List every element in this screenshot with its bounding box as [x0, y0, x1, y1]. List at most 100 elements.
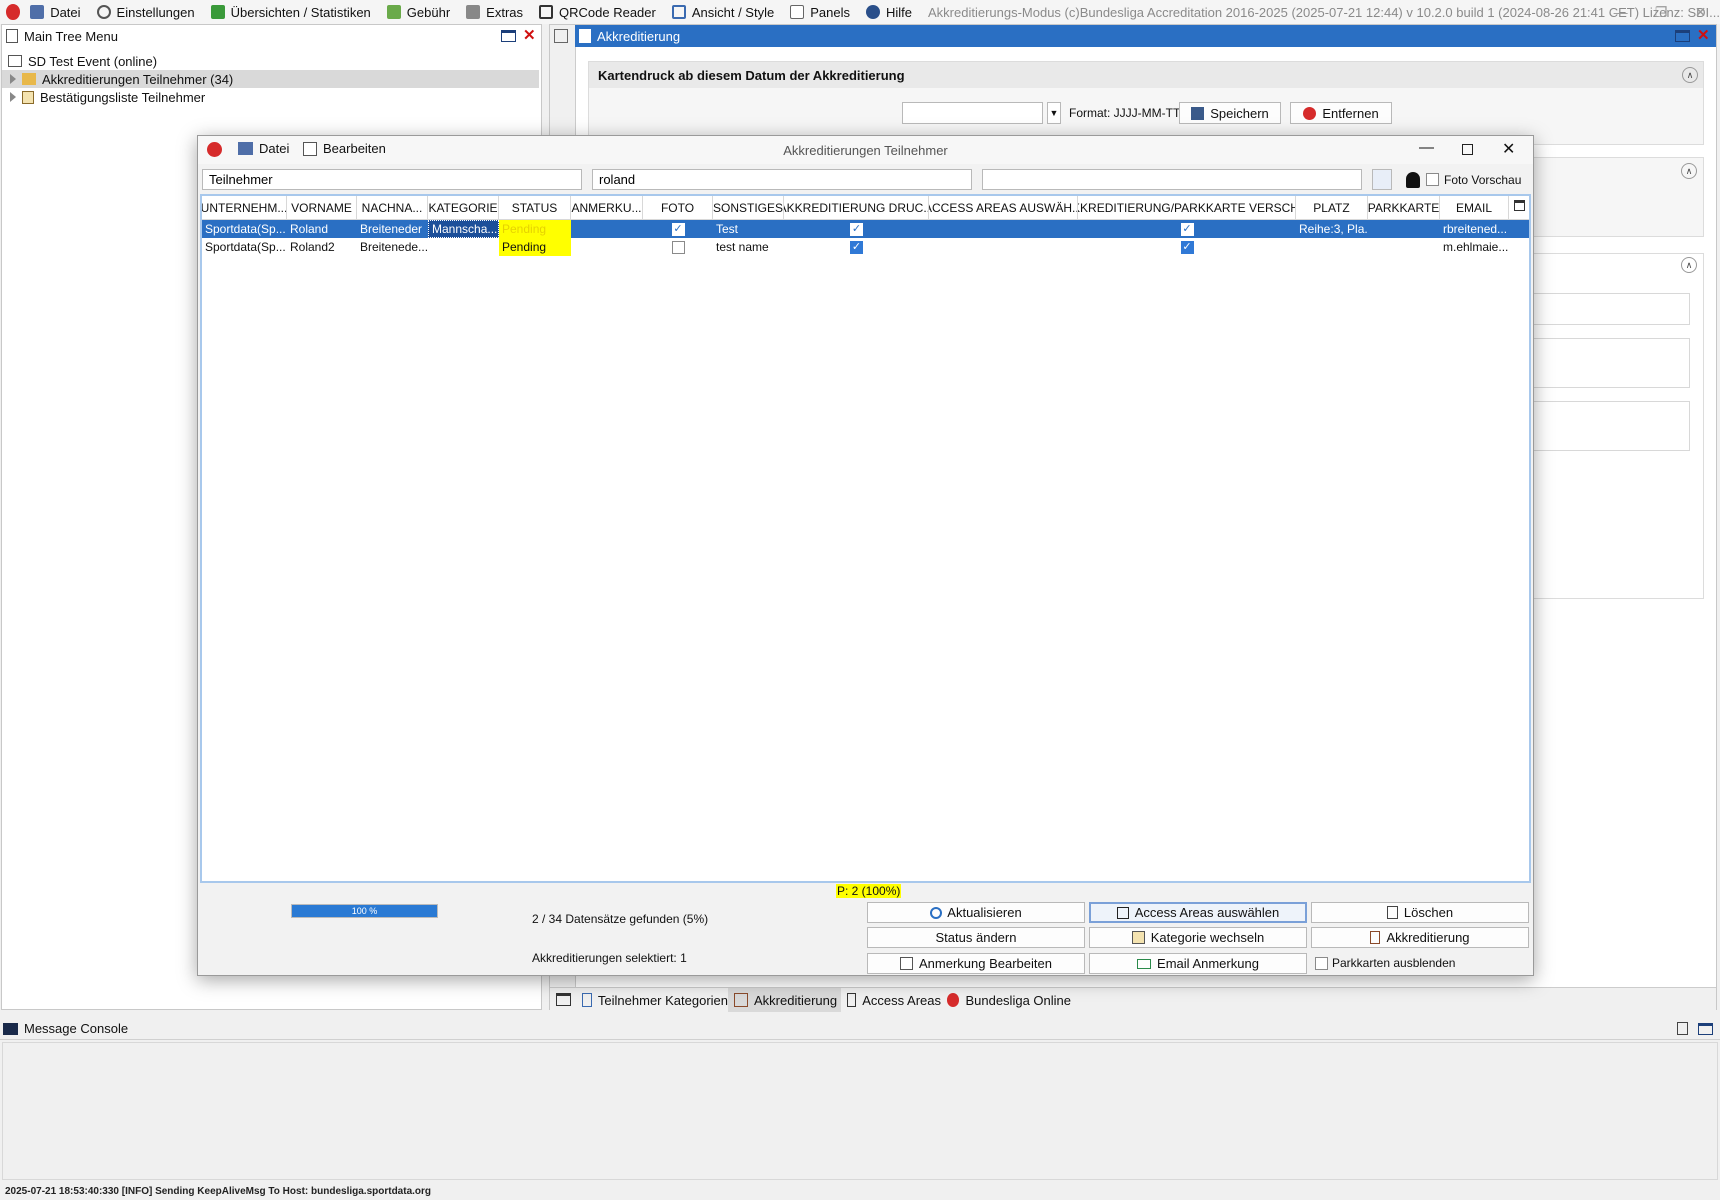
access-areas-button[interactable]: Access Areas auswählen	[1089, 902, 1307, 923]
table-cell-sent[interactable]: ✓	[1078, 238, 1296, 256]
column-header[interactable]: ACCESS AREAS AUSWÄH...	[929, 196, 1078, 220]
table-cell-photo[interactable]	[643, 238, 713, 256]
close-panel-icon[interactable]: ✕	[523, 26, 536, 44]
checkbox[interactable]	[671, 240, 685, 254]
table-cell-photo[interactable]: ✓	[643, 220, 713, 238]
column-header[interactable]: STATUS	[499, 196, 571, 220]
tab-access-areas[interactable]: Access Areas	[841, 988, 941, 1012]
checkbox[interactable]: ✓	[850, 240, 863, 254]
column-header[interactable]: UNTERNEHM...	[202, 196, 287, 220]
table-cell-first[interactable]: Roland2	[287, 238, 357, 256]
menu-ansicht[interactable]: Ansicht / Style	[671, 5, 774, 20]
table-cell-areas[interactable]	[929, 220, 1078, 238]
photo-preview-checkbox[interactable]	[1426, 173, 1439, 186]
table-cell-parking[interactable]	[1368, 238, 1440, 256]
table-cell-company[interactable]: Sportdata(Sp...	[202, 238, 287, 256]
table-cell-areas[interactable]	[929, 238, 1078, 256]
column-header[interactable]: NACHNA...	[357, 196, 428, 220]
date-dropdown-button[interactable]: ▼	[1047, 102, 1061, 124]
column-header[interactable]: VORNAME	[287, 196, 357, 220]
table-cell-category[interactable]: Mannscha...	[428, 220, 499, 238]
checkbox[interactable]: ✓	[1180, 222, 1194, 236]
table-cell-parking[interactable]	[1368, 220, 1440, 238]
dialog-menu-bearbeiten[interactable]: Bearbeiten	[303, 141, 386, 156]
column-chooser-icon[interactable]	[1514, 200, 1525, 211]
table-cell-first[interactable]: Roland	[287, 220, 357, 238]
table-row[interactable]: Sportdata(Sp... Roland Breiteneder Mannscha…	[202, 220, 1529, 238]
table-cell-email[interactable]: rbreitened...	[1440, 220, 1509, 238]
table-cell-note[interactable]	[571, 238, 643, 256]
expand-icon[interactable]	[10, 92, 16, 102]
remove-button[interactable]: Entfernen	[1290, 102, 1392, 124]
maximize-icon[interactable]	[1462, 144, 1473, 155]
menu-extras[interactable]: Extras	[466, 5, 523, 20]
column-header[interactable]: ANMERKU...	[571, 196, 643, 220]
menu-datei[interactable]: Datei	[30, 5, 81, 20]
table-cell-email[interactable]: m.ehlmaie...	[1440, 238, 1509, 256]
table-cell-category[interactable]	[428, 238, 499, 256]
menu-einstellungen[interactable]: Einstellungen	[96, 5, 195, 20]
filter-field-extra[interactable]	[982, 169, 1362, 190]
table-cell-company[interactable]: Sportdata(Sp...	[202, 220, 287, 238]
table-cell-print[interactable]: ✓	[784, 238, 929, 256]
tree-item-bestaetigungsliste[interactable]: Bestätigungsliste Teilnehmer	[2, 88, 205, 106]
table-cell-last[interactable]: Breitenede...	[357, 238, 428, 256]
table-cell-status[interactable]: Pending	[499, 220, 571, 238]
column-header[interactable]: SONSTIGES	[713, 196, 784, 220]
delete-button[interactable]: Löschen	[1311, 902, 1529, 923]
checkbox[interactable]: ✓	[1180, 240, 1194, 254]
checkbox[interactable]: ✓	[850, 222, 863, 236]
panel-switch-icon[interactable]	[554, 29, 568, 43]
table-cell-seat[interactable]: Reihe:3, Pla...	[1296, 220, 1368, 238]
email-note-button[interactable]: Email Anmerkung	[1089, 953, 1307, 974]
table-cell-print[interactable]: ✓	[784, 220, 929, 238]
dialog-menu-datei[interactable]: Datei	[238, 141, 289, 156]
filter-clear-icon[interactable]	[1372, 169, 1392, 190]
table-cell-misc[interactable]: test name	[713, 238, 784, 256]
column-header[interactable]: KATEGORIE	[428, 196, 499, 220]
hide-parking-checkbox[interactable]	[1315, 957, 1328, 970]
menu-qrcode[interactable]: QRCode Reader	[539, 5, 656, 20]
table-row[interactable]: Sportdata(Sp... Roland2 Breitenede... Pendi…	[202, 238, 1529, 256]
maximize-icon[interactable]	[1698, 1023, 1713, 1035]
checkbox[interactable]: ✓	[671, 222, 685, 236]
collapse-icon[interactable]: ∧	[1681, 257, 1697, 273]
trash-icon[interactable]	[1677, 1022, 1688, 1035]
status-button[interactable]: Status ändern	[867, 927, 1085, 948]
note-button[interactable]: Anmerkung Bearbeiten	[867, 953, 1085, 974]
refresh-button[interactable]: Aktualisieren	[867, 902, 1085, 923]
menu-gebuehr[interactable]: Gebühr	[386, 5, 450, 20]
maximize-icon[interactable]	[501, 30, 516, 42]
category-button[interactable]: Kategorie wechseln	[1089, 927, 1307, 948]
accreditation-button[interactable]: Akkreditierung	[1311, 927, 1529, 948]
collapse-icon[interactable]: ∧	[1681, 163, 1697, 179]
tab-teilnehmer-kategorien[interactable]: Teilnehmer Kategorien	[576, 988, 728, 1012]
menu-uebersichten[interactable]: Übersichten / Statistiken	[210, 5, 371, 20]
minimize-icon[interactable]: —	[1614, 4, 1628, 20]
close-panel-icon[interactable]: ✕	[1697, 26, 1710, 44]
table-cell-seat[interactable]	[1296, 238, 1368, 256]
column-header[interactable]: AKKREDITIERUNG DRUC...	[784, 196, 929, 220]
close-icon[interactable]: ✕	[1695, 4, 1707, 21]
table-cell-last[interactable]: Breiteneder	[357, 220, 428, 238]
maximize-icon[interactable]	[1675, 30, 1690, 42]
tree-item-akkreditierungen[interactable]: Akkreditierungen Teilnehmer (34)	[2, 70, 539, 88]
filter-field-search[interactable]	[592, 169, 972, 190]
restore-icon[interactable]: ❐	[1655, 4, 1668, 21]
collapse-icon[interactable]: ∧	[1682, 67, 1698, 83]
tree-item-event[interactable]: SD Test Event (online)	[4, 52, 157, 70]
tab-bundesliga-online[interactable]: Bundesliga Online	[941, 988, 1071, 1012]
expand-icon[interactable]	[10, 74, 16, 84]
filter-field-type[interactable]	[202, 169, 582, 190]
table-cell-note[interactable]	[571, 220, 643, 238]
column-header[interactable]: PARKKARTE	[1368, 196, 1440, 220]
column-header[interactable]: AKKREDITIERUNG/PARKKARTE VERSCH...	[1078, 196, 1296, 220]
save-button[interactable]: Speichern	[1179, 102, 1281, 124]
date-input[interactable]	[902, 102, 1043, 124]
column-header[interactable]: FOTO	[643, 196, 713, 220]
menu-panels[interactable]: Panels	[790, 5, 850, 20]
tab-akkreditierung[interactable]: Akkreditierung	[728, 988, 841, 1012]
menu-hilfe[interactable]: Hilfe	[865, 5, 912, 20]
column-header[interactable]: EMAIL	[1440, 196, 1509, 220]
table-cell-sent[interactable]: ✓	[1078, 220, 1296, 238]
